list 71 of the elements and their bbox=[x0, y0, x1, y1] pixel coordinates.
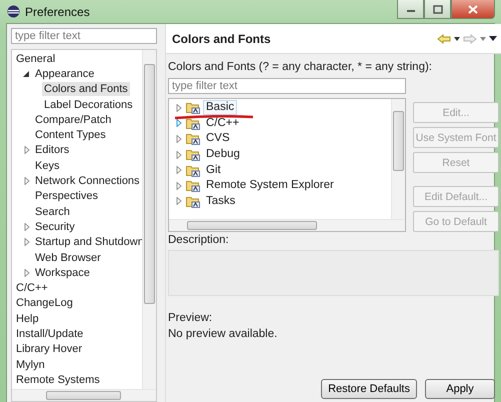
description-label: Description: bbox=[168, 233, 230, 248]
tree-item[interactable]: Basic bbox=[203, 100, 238, 116]
tree-item[interactable]: Mylyn bbox=[14, 358, 47, 372]
tree-item[interactable]: Editors bbox=[33, 143, 72, 158]
maximize-button[interactable] bbox=[424, 0, 451, 19]
tree-item[interactable]: Appearance bbox=[33, 66, 96, 81]
maximize-icon bbox=[432, 4, 442, 14]
collapsed-arrow-icon[interactable] bbox=[175, 104, 183, 112]
scrollbar[interactable] bbox=[391, 99, 405, 219]
tree-item[interactable]: Debug bbox=[203, 147, 243, 162]
tree-item[interactable]: Install/Update bbox=[14, 326, 86, 341]
folder-icon bbox=[186, 101, 200, 114]
menu-icon[interactable] bbox=[489, 36, 497, 41]
scrollbar[interactable] bbox=[169, 219, 405, 231]
tree-item[interactable]: Keys bbox=[33, 158, 62, 173]
app-icon bbox=[7, 5, 20, 18]
tree-item[interactable]: Tasks bbox=[203, 194, 238, 209]
apply-button[interactable]: Apply bbox=[425, 379, 495, 399]
collapsed-arrow-icon[interactable] bbox=[175, 197, 183, 206]
collapsed-arrow-icon[interactable] bbox=[23, 177, 31, 186]
close-button[interactable] bbox=[451, 0, 495, 19]
tree-item[interactable]: Label Decorations bbox=[42, 98, 135, 112]
tree-item[interactable]: Security bbox=[33, 220, 77, 234]
scrollbar[interactable] bbox=[142, 50, 156, 389]
filter-field[interactable]: type filter text bbox=[168, 78, 406, 94]
folder-icon bbox=[186, 116, 200, 130]
scrollbar[interactable] bbox=[12, 389, 156, 401]
page-title: Colors and Fonts bbox=[172, 32, 271, 46]
folder-icon bbox=[186, 164, 200, 177]
tree-item[interactable]: ChangeLog bbox=[14, 296, 75, 310]
collapsed-arrow-icon[interactable] bbox=[23, 146, 31, 154]
tree-item[interactable]: Perspectives bbox=[33, 189, 100, 204]
folder-icon bbox=[186, 148, 200, 162]
tree-item[interactable]: Search bbox=[33, 204, 72, 219]
collapsed-arrow-icon[interactable] bbox=[175, 166, 183, 174]
tree-item[interactable]: Git bbox=[203, 162, 224, 178]
collapsed-arrow-icon[interactable] bbox=[175, 119, 183, 128]
tree-item[interactable]: Startup and Shutdown bbox=[33, 235, 146, 250]
collapsed-arrow-icon[interactable] bbox=[23, 268, 31, 277]
tree-item[interactable]: C/C++ bbox=[14, 281, 50, 296]
tree-item[interactable]: Library Hover bbox=[14, 342, 84, 356]
collapsed-arrow-icon[interactable] bbox=[175, 182, 183, 190]
close-icon bbox=[468, 4, 478, 14]
preview-label: Preview: bbox=[168, 311, 214, 326]
tree-item[interactable]: Help bbox=[14, 312, 41, 326]
tree-item[interactable]: Network Connections bbox=[33, 174, 142, 188]
folder-icon bbox=[186, 194, 200, 208]
tree-item[interactable]: Colors and Fonts bbox=[42, 82, 130, 96]
tree-item[interactable]: Remote Systems bbox=[14, 372, 102, 387]
tree-item[interactable]: Compare/Patch bbox=[33, 112, 114, 127]
tree-item[interactable]: General bbox=[14, 52, 58, 66]
collapsed-arrow-icon[interactable] bbox=[175, 150, 183, 159]
tree-item[interactable]: Content Types bbox=[33, 128, 108, 142]
tree-item[interactable]: Remote System Explorer bbox=[203, 178, 337, 194]
folder-icon bbox=[186, 179, 200, 192]
tree-item[interactable]: Web Browser bbox=[33, 250, 103, 264]
tree-item[interactable]: Workspace bbox=[33, 266, 92, 280]
preview-text: No preview available. bbox=[168, 327, 278, 342]
restore-defaults-button[interactable]: Restore Defaults bbox=[321, 379, 417, 399]
minimize-button[interactable] bbox=[397, 0, 424, 19]
tree-item[interactable]: C/C++ bbox=[203, 116, 242, 131]
folder-icon bbox=[186, 132, 200, 146]
filter-field[interactable]: type filter text bbox=[11, 28, 157, 44]
expanded-arrow-icon[interactable] bbox=[23, 70, 31, 78]
collapsed-arrow-icon[interactable] bbox=[23, 238, 31, 246]
collapsed-arrow-icon[interactable] bbox=[23, 222, 31, 231]
filter-label: Colors and Fonts (? = any character, * = any string): bbox=[168, 60, 433, 75]
tree-item[interactable]: CVS bbox=[203, 131, 233, 146]
window-title: Preferences bbox=[25, 4, 90, 18]
collapsed-arrow-icon[interactable] bbox=[175, 134, 183, 143]
caret-icon[interactable] bbox=[454, 36, 460, 40]
